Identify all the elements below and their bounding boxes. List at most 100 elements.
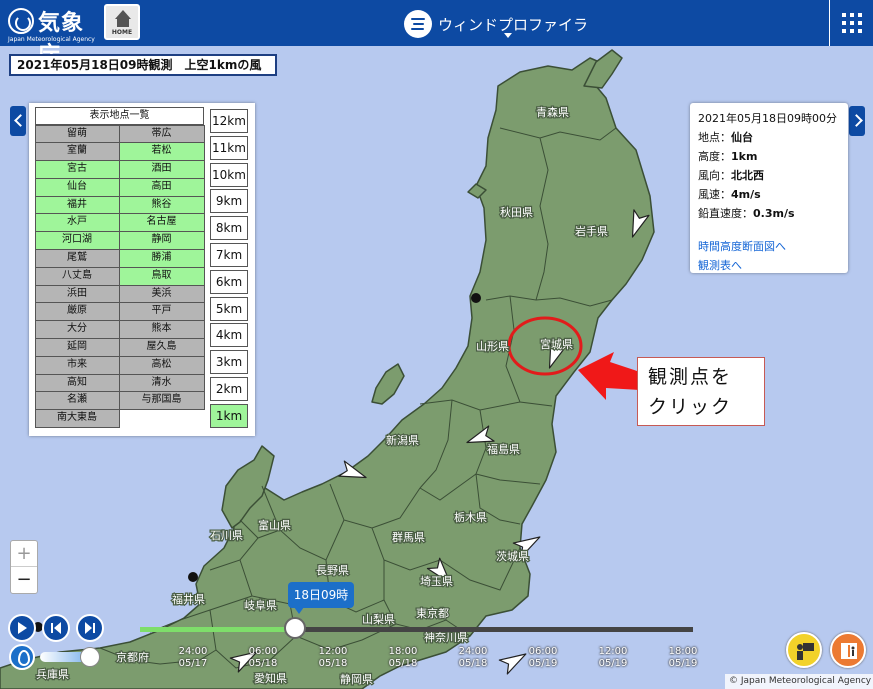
station-item[interactable]: 名古屋 [118, 213, 205, 233]
time-tick-label: 12:00 05/18 [318, 646, 348, 669]
station-item[interactable]: 尾鷲 [34, 249, 120, 268]
station-item[interactable]: 宮古 [34, 160, 120, 179]
station-item[interactable]: 水戸 [34, 213, 120, 233]
info-altitude-value: 1km [731, 150, 758, 163]
station-grid: 留萌 帯広 室蘭 若松 宮古 酒田 仙台 高田 福井 熊谷 水戸 名古屋 河口湖 静岡 尾鷲 勝浦 八丈島 鳥取浜… [34, 124, 205, 429]
label-gifu: 岐阜県 [244, 599, 277, 612]
label-tokyo: 東京都 [416, 606, 449, 620]
step-forward-button[interactable] [76, 614, 104, 642]
altitude-option[interactable]: 1km [210, 403, 248, 428]
info-location-row: 地点：仙台 [698, 131, 753, 144]
step-back-icon [51, 622, 61, 634]
station-item[interactable]: 延岡 [34, 338, 120, 357]
station-item[interactable]: 大分 [34, 320, 120, 340]
station-item[interactable]: 与那国島 [118, 391, 205, 411]
station-item[interactable]: 鳥取 [118, 266, 205, 286]
station-item[interactable]: 仙台 [34, 177, 120, 197]
station-item[interactable]: 名瀬 [34, 391, 120, 411]
station-item[interactable]: 八丈島 [34, 266, 120, 286]
altitude-option[interactable]: 5km [210, 296, 248, 321]
station-item[interactable]: 熊谷 [118, 195, 205, 215]
step-back-button[interactable] [42, 614, 70, 642]
altitude-option[interactable]: 10km [210, 162, 248, 187]
observation-table-link[interactable]: 観測表へ [698, 257, 848, 276]
altitude-selector: 12km 11km 10km 9km 8km 7km 6km 5km 4km 3km 2km 1km [210, 109, 248, 431]
opacity-icon [9, 644, 35, 670]
altitude-option[interactable]: 7km [210, 242, 248, 267]
agency-english-name: Japan Meteorological Agency [8, 36, 95, 43]
zoom-in-button[interactable]: + [11, 541, 37, 567]
current-time-bubble: 18日09時 [288, 582, 354, 614]
time-slider-progress [140, 627, 295, 632]
play-icon [18, 622, 27, 634]
altitude-option[interactable]: 12km [210, 109, 248, 133]
altitude-option[interactable]: 11km [210, 135, 248, 160]
time-tick-label: 06:00 05/18 [248, 646, 278, 669]
station-item[interactable]: 南大東島 [34, 409, 120, 429]
info-speed-value: 4m/s [731, 188, 761, 201]
app-title: ウィンドプロファイラ [438, 16, 589, 34]
help-button[interactable] [830, 632, 866, 668]
altitude-option[interactable]: 2km [210, 376, 248, 401]
chevron-down-icon [504, 33, 512, 38]
altitude-option[interactable]: 4km [210, 323, 248, 348]
time-tick-label: 18:00 05/19 [668, 646, 698, 669]
station-item[interactable]: 留萌 [34, 124, 120, 144]
time-height-link[interactable]: 時間高度断面図へ [698, 238, 848, 257]
info-speed-row: 風速：4m/s [698, 188, 761, 201]
station-item[interactable]: 美浜 [118, 284, 205, 304]
station-item[interactable]: 浜田 [34, 284, 120, 304]
label-fukui: 福井県 [172, 592, 205, 606]
altitude-option[interactable]: 9km [210, 189, 248, 214]
station-item[interactable]: 高田 [118, 177, 205, 197]
label-hyogo: 兵庫県 [36, 667, 69, 681]
copyright-text: © Japan Meteorological Agency [725, 674, 873, 689]
station-item[interactable]: 河口湖 [34, 231, 120, 251]
info-location-value: 仙台 [731, 131, 753, 144]
label-miyagi: 宮城県 [540, 337, 573, 351]
station-item[interactable]: 屋久島 [118, 338, 205, 357]
station-item[interactable]: 福井 [34, 195, 120, 215]
altitude-option[interactable]: 3km [210, 350, 248, 375]
observation-info-popup: 2021年05月18日09時00分 地点：仙台 高度：1km 風向：北北西 風速… [690, 103, 848, 273]
station-item[interactable]: 厳原 [34, 302, 120, 322]
station-item[interactable]: 酒田 [118, 160, 205, 179]
station-list-title: 表示地点一覧 [35, 107, 204, 125]
station-item[interactable]: 高知 [34, 373, 120, 393]
observation-label: 2021年05月18日09時観測 上空1kmの風 [9, 54, 277, 76]
label-toyama: 富山県 [258, 518, 291, 532]
station-item[interactable]: 市来 [34, 355, 120, 375]
altitude-option[interactable]: 6km [210, 269, 248, 294]
label-nagano: 長野県 [316, 564, 349, 577]
info-vertical-row: 鉛直速度：0.3m/s [698, 207, 795, 220]
station-item[interactable]: 静岡 [118, 231, 205, 251]
station-item[interactable]: 高松 [118, 355, 205, 375]
legend-button[interactable] [786, 632, 822, 668]
home-button[interactable]: HOME [104, 4, 140, 40]
play-button[interactable] [8, 614, 36, 642]
label-saitama: 埼玉県 [420, 574, 453, 588]
time-tick-label: 24:00 05/18 [458, 646, 488, 669]
station-item[interactable]: 勝浦 [118, 249, 205, 268]
station-item[interactable]: 平戸 [118, 302, 205, 322]
collapse-left-button[interactable] [10, 106, 26, 136]
label-iwate: 岩手県 [575, 224, 608, 238]
info-datetime: 2021年05月18日09時00分 [698, 112, 837, 125]
station-item[interactable]: 室蘭 [34, 142, 120, 162]
station-item[interactable]: 熊本 [118, 320, 205, 340]
station-item[interactable]: 清水 [118, 373, 205, 393]
label-niigata: 新潟県 [386, 433, 419, 447]
station-item[interactable]: 若松 [118, 142, 205, 162]
jma-logo-icon [8, 8, 34, 34]
time-slider-track[interactable] [140, 627, 693, 632]
altitude-option[interactable]: 8km [210, 216, 248, 241]
label-akita: 秋田県 [500, 205, 533, 219]
station-item[interactable]: 帯広 [118, 124, 205, 144]
time-slider-handle[interactable] [283, 617, 306, 639]
info-direction-value: 北北西 [731, 169, 764, 182]
menu-grid-button[interactable] [829, 0, 873, 46]
jma-logo[interactable]: 気象庁 Japan Meteorological Agency [8, 5, 100, 68]
zoom-out-button[interactable]: − [11, 567, 37, 593]
collapse-right-button[interactable] [849, 106, 865, 136]
label-aichi: 愛知県 [254, 671, 287, 685]
